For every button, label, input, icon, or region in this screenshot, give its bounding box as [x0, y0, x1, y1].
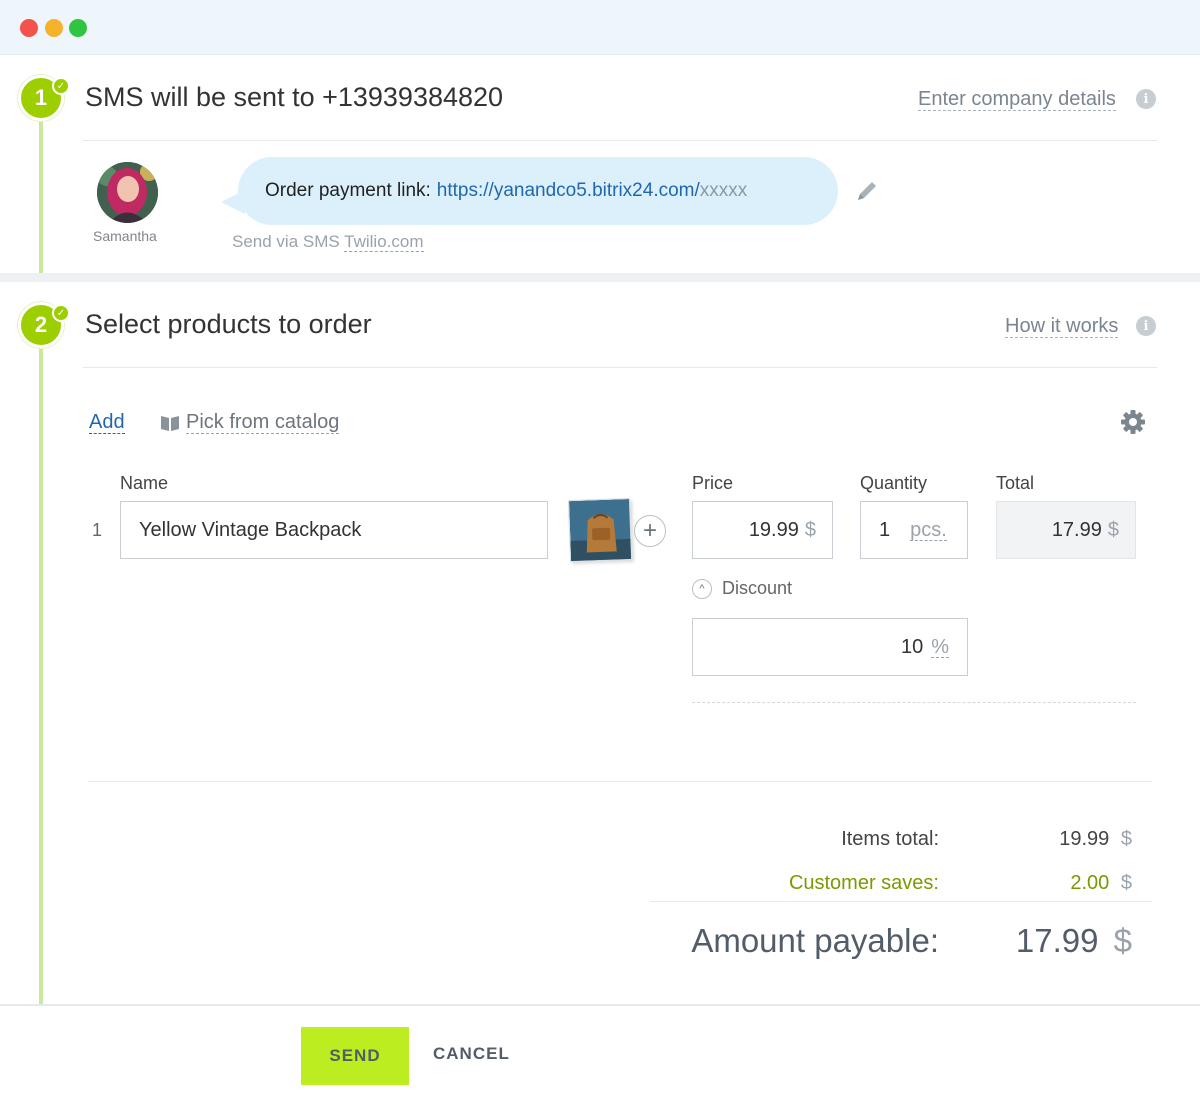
payment-link-suffix: xxxxx [699, 180, 748, 201]
amount-payable-amount: 17.99 [1015, 922, 1099, 959]
info-icon[interactable]: i [1136, 316, 1156, 336]
total-value: 17.99 [1051, 518, 1102, 541]
sms-provider-link[interactable]: Twilio.com [344, 232, 424, 252]
items-total-label: Items total: [841, 828, 939, 850]
quantity-input[interactable]: 1 pcs. [860, 501, 968, 559]
column-header-quantity: Quantity [860, 473, 928, 493]
price-currency: $ [804, 518, 816, 541]
product-name-value: Yellow Vintage Backpack [139, 518, 362, 541]
row-index: 1 [92, 520, 103, 540]
items-total-currency: $ [1120, 828, 1132, 850]
amount-payable-currency: $ [1113, 922, 1132, 959]
settings-gear-icon[interactable] [1119, 408, 1147, 436]
minimize-window-button[interactable] [45, 19, 63, 37]
total-field: 17.99 $ [996, 501, 1136, 559]
send-via-line: Send via SMS Twilio.com [232, 232, 424, 252]
edit-message-pencil-icon[interactable] [854, 178, 880, 204]
discount-input[interactable]: 10 % [692, 618, 968, 676]
maximize-window-button[interactable] [69, 19, 87, 37]
items-total-value: 19.99 $ [1059, 828, 1132, 851]
message-prefix: Order payment link: [265, 180, 431, 201]
product-name-input[interactable]: Yellow Vintage Backpack [120, 501, 548, 559]
discount-value: 10 [900, 635, 924, 658]
step1-progress-line [39, 120, 43, 273]
column-header-total: Total [996, 473, 1035, 493]
discount-divider [692, 702, 1136, 703]
items-total-amount: 19.99 [1059, 828, 1110, 850]
discount-unit-selector[interactable]: % [931, 637, 949, 658]
avatar [97, 162, 158, 223]
pick-from-catalog-label: Pick from catalog [186, 411, 340, 434]
customer-saves-currency: $ [1120, 872, 1132, 894]
chevron-up-icon: ^ [692, 578, 712, 599]
book-icon [161, 415, 179, 431]
customer-saves-value: 2.00 $ [1070, 872, 1132, 895]
footer-bar [0, 1004, 1200, 1104]
divider [88, 781, 1152, 782]
amount-payable-value: 17.99 $ [1016, 922, 1132, 960]
quantity-value: 1 [879, 518, 891, 541]
column-header-price: Price [692, 473, 734, 493]
add-product-link[interactable]: Add [89, 411, 125, 434]
quantity-unit-selector[interactable]: pcs. [910, 520, 947, 541]
divider [650, 901, 1152, 902]
pick-from-catalog-link[interactable]: Pick from catalog [160, 411, 340, 434]
total-currency: $ [1107, 518, 1119, 541]
step2-number: 2 [34, 312, 48, 337]
step1-check-icon: ✓ [52, 77, 70, 95]
amount-payable-label: Amount payable: [691, 922, 939, 959]
send-button[interactable]: SEND [301, 1027, 409, 1085]
window-titlebar [0, 0, 1200, 55]
step1-title: SMS will be sent to +13939384820 [85, 82, 504, 112]
message-bubble: Order payment link: https://yanandco5.bi… [238, 157, 838, 225]
discount-label: Discount [722, 578, 793, 598]
step2-check-icon: ✓ [52, 304, 70, 322]
send-via-prefix: Send via SMS [232, 232, 340, 251]
step1-number: 1 [34, 85, 48, 110]
customer-saves-label: Customer saves: [788, 872, 939, 894]
discount-toggle[interactable]: ^ Discount [692, 578, 792, 599]
step2-title: Select products to order [85, 309, 372, 339]
close-window-button[interactable] [20, 19, 38, 37]
step2-progress-line [39, 348, 43, 1004]
price-value: 19.99 [748, 518, 799, 541]
section-separator [0, 273, 1200, 282]
divider [83, 140, 1157, 141]
product-thumbnail[interactable] [567, 497, 633, 563]
how-it-works-link[interactable]: How it works [1005, 315, 1119, 338]
cancel-button[interactable]: CANCEL [433, 1044, 510, 1064]
divider [83, 367, 1157, 368]
price-input[interactable]: 19.99 $ [692, 501, 833, 559]
add-image-plus-button[interactable]: + [634, 515, 666, 547]
payment-link-url: https://yanandco5.bitrix24.com/ [436, 180, 700, 201]
sender-name: Samantha [93, 228, 157, 244]
customer-saves-amount: 2.00 [1070, 872, 1110, 894]
enter-company-details-link[interactable]: Enter company details [918, 88, 1116, 111]
payment-link[interactable]: https://yanandco5.bitrix24.com/xxxxx [437, 180, 747, 202]
info-icon[interactable]: i [1136, 89, 1156, 109]
column-header-name: Name [120, 473, 169, 493]
